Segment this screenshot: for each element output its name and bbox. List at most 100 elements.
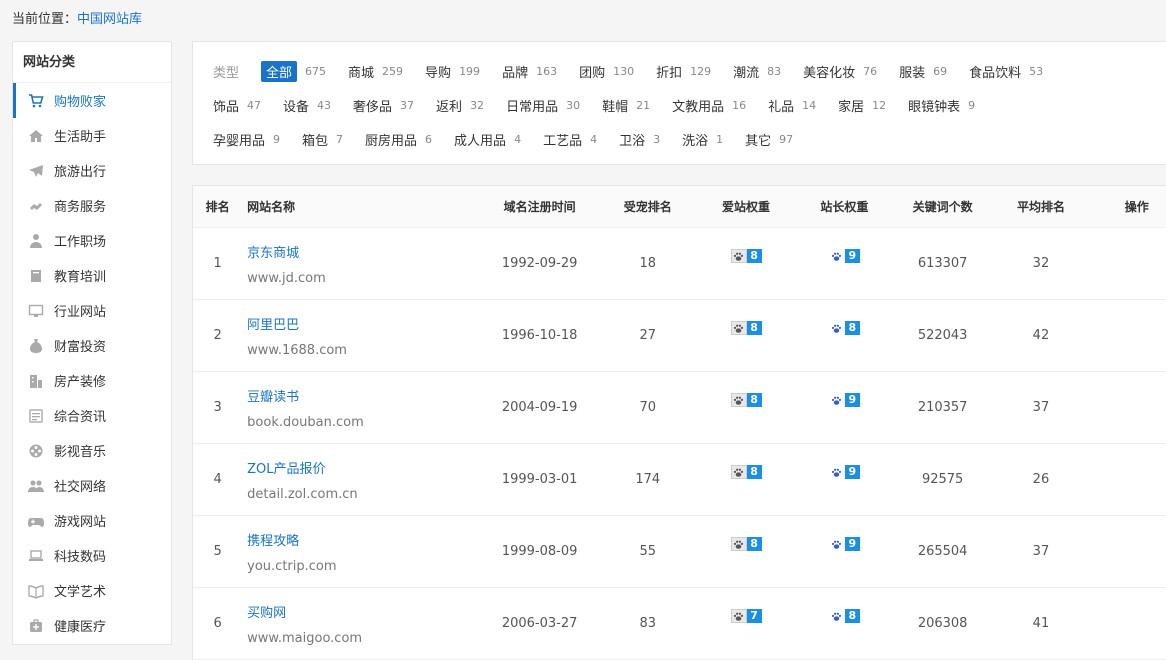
type-tag[interactable]: 孕婴用品 9 — [213, 130, 280, 149]
type-tag[interactable]: 工艺品 4 — [543, 130, 597, 149]
sidebar-item-13[interactable]: 科技数码 — [13, 538, 171, 573]
type-tag[interactable]: 成人用品 4 — [454, 130, 521, 149]
avg-rank-cell: 26 — [1032, 472, 1050, 487]
baidu-paw-icon — [730, 609, 747, 624]
sidebar-item-8[interactable]: 房产装修 — [13, 363, 171, 398]
sidebar-item-5[interactable]: 教育培训 — [13, 258, 171, 293]
type-tag[interactable]: 全部 675 — [261, 60, 326, 82]
site-title-link[interactable]: 携程攻略 — [247, 530, 483, 549]
sidebar-item-7[interactable]: 财富投资 — [13, 328, 171, 363]
type-tag[interactable]: 箱包 7 — [302, 130, 343, 149]
type-tag[interactable]: 礼品 14 — [768, 96, 816, 115]
type-tag[interactable]: 日常用品 30 — [506, 96, 580, 115]
aizhan-weight-cell: 7 — [699, 609, 792, 632]
type-tag[interactable]: 家居 12 — [838, 96, 886, 115]
chinaz-weight-badge[interactable]: 8 — [828, 609, 860, 624]
type-tag[interactable]: 团购 130 — [579, 62, 634, 81]
site-domain: detail.zol.com.cn — [247, 486, 358, 502]
site-name-cell: 京东商城 www.jd.com — [242, 242, 483, 286]
type-tag-name: 洗浴 — [682, 133, 709, 149]
sidebar-item-label: 商务服务 — [54, 200, 107, 215]
keyword-count-cell: 92575 — [921, 472, 964, 487]
chinaz-weight-badge[interactable]: 9 — [828, 249, 860, 264]
sidebar-item-label: 财富投资 — [54, 340, 107, 355]
type-filter-panel: 类型 全部 675 商城 259 导购 199 品牌 163 团购 130 折扣 129 潮流 83 美容化妆… — [192, 41, 1166, 165]
breadcrumb-link[interactable]: 中国网站库 — [77, 12, 142, 27]
type-tag[interactable]: 品牌 163 — [502, 62, 557, 81]
aizhan-weight-badge[interactable]: 8 — [730, 465, 762, 480]
sidebar-item-12[interactable]: 游戏网站 — [13, 503, 171, 538]
type-tag-count: 4 — [514, 132, 522, 146]
type-tag-count: 9 — [968, 98, 976, 112]
aizhan-weight-badge[interactable]: 8 — [730, 321, 762, 336]
type-tag[interactable]: 潮流 83 — [733, 62, 781, 81]
sidebar-item-11[interactable]: 社交网络 — [13, 468, 171, 503]
header-rank: 排名 — [205, 200, 230, 214]
site-title-link[interactable]: 阿里巴巴 — [247, 314, 483, 333]
type-tag-count: 83 — [767, 64, 782, 78]
type-tag[interactable]: 导购 199 — [425, 62, 480, 81]
sidebar-item-1[interactable]: 生活助手 — [13, 118, 171, 153]
type-tag[interactable]: 商城 259 — [348, 62, 403, 81]
type-tag[interactable]: 眼镜钟表 9 — [908, 96, 975, 115]
aizhan-rank-cell: 18 — [639, 256, 656, 271]
sidebar-item-2[interactable]: 旅游出行 — [13, 153, 171, 188]
site-name-cell: 豆瓣读书 book.douban.com — [242, 386, 483, 430]
type-tag[interactable]: 饰品 47 — [213, 96, 261, 115]
aizhan-rank-cell: 70 — [639, 400, 656, 415]
site-title-link[interactable]: 京东商城 — [247, 242, 483, 261]
sidebar-item-14[interactable]: 文学艺术 — [13, 573, 171, 608]
aizhan-weight-cell: 8 — [699, 321, 792, 344]
type-tag-count: 4 — [590, 132, 598, 146]
chinaz-weight-badge[interactable]: 9 — [828, 537, 860, 552]
type-tag[interactable]: 折扣 129 — [656, 62, 711, 81]
sidebar-item-10[interactable]: 影视音乐 — [13, 433, 171, 468]
type-tag[interactable]: 厨房用品 6 — [365, 130, 432, 149]
sidebar-item-6[interactable]: 行业网站 — [13, 293, 171, 328]
aizhan-weight-badge[interactable]: 8 — [730, 249, 762, 264]
type-tag[interactable]: 返利 32 — [436, 96, 484, 115]
chinaz-weight-badge[interactable]: 9 — [828, 393, 860, 408]
type-tag-name: 全部 — [261, 60, 298, 82]
type-tag[interactable]: 文教用品 16 — [672, 96, 746, 115]
rank-cell: 3 — [213, 400, 222, 415]
type-tag[interactable]: 其它 97 — [745, 130, 793, 149]
type-tag[interactable]: 食品饮料 53 — [969, 62, 1043, 81]
type-tag-name: 商城 — [348, 65, 375, 81]
aizhan-weight-badge[interactable]: 8 — [730, 393, 762, 408]
sidebar-item-9[interactable]: 综合资讯 — [13, 398, 171, 433]
site-name-cell: ZOL产品报价 detail.zol.com.cn — [242, 458, 483, 502]
aizhan-weight-cell: 8 — [699, 465, 792, 488]
filter-row: 孕婴用品 9 箱包 7 厨房用品 6 成人用品 4 工艺品 4 卫浴 3 洗浴 1 其它 97 — [213, 122, 1166, 156]
weight-value: 8 — [746, 393, 762, 408]
sidebar-item-0[interactable]: 购物败家 — [13, 83, 171, 118]
aizhan-weight-badge[interactable]: 8 — [730, 537, 762, 552]
chinaz-weight-badge[interactable]: 8 — [828, 321, 860, 336]
sidebar-item-label: 工作职场 — [54, 235, 107, 250]
weight-value: 7 — [746, 609, 762, 624]
type-tag-count: 97 — [779, 132, 794, 146]
sidebar-item-3[interactable]: 商务服务 — [13, 188, 171, 223]
site-title-link[interactable]: 买购网 — [247, 602, 483, 621]
site-title-link[interactable]: ZOL产品报价 — [247, 458, 483, 477]
type-tag-name: 折扣 — [656, 65, 683, 81]
house-icon — [27, 127, 45, 145]
type-tag[interactable]: 设备 43 — [283, 96, 331, 115]
type-tag[interactable]: 鞋帽 21 — [602, 96, 650, 115]
site-title-link[interactable]: 豆瓣读书 — [247, 386, 483, 405]
aizhan-weight-badge[interactable]: 7 — [730, 609, 762, 624]
type-tag-count: 12 — [872, 98, 887, 112]
chinaz-weight-badge[interactable]: 9 — [828, 465, 860, 480]
type-tag[interactable]: 洗浴 1 — [682, 130, 723, 149]
airplane-icon — [27, 162, 45, 180]
site-domain: www.maigoo.com — [247, 630, 363, 646]
sidebar-item-15[interactable]: 健康医疗 — [13, 608, 171, 643]
worker-icon — [27, 232, 45, 250]
type-tag[interactable]: 奢侈品 37 — [353, 96, 414, 115]
cart-icon — [27, 92, 45, 110]
type-tag[interactable]: 美容化妆 76 — [803, 62, 877, 81]
sidebar-item-4[interactable]: 工作职场 — [13, 223, 171, 258]
type-tag[interactable]: 卫浴 3 — [619, 130, 660, 149]
type-tag[interactable]: 服装 69 — [899, 62, 947, 81]
type-tag-count: 129 — [690, 64, 712, 78]
